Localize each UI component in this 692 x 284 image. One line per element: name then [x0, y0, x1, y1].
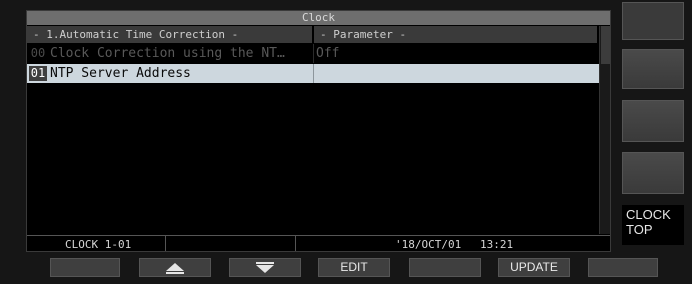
up-arrow-icon: [166, 263, 184, 274]
scrollbar[interactable]: [599, 26, 610, 234]
update-button[interactable]: UPDATE: [498, 258, 570, 277]
row-item-label: Clock Correction using the NT…: [50, 46, 285, 61]
clock-date: '18/OCT/01: [395, 238, 462, 251]
scroll-down-button[interactable]: [229, 258, 301, 277]
page-indicator: CLOCK 1-01: [65, 238, 132, 251]
window-title: Clock: [27, 11, 610, 25]
bottom-soft-key-f1[interactable]: [50, 258, 120, 277]
column-divider: [313, 44, 314, 63]
side-soft-key-4[interactable]: [622, 152, 684, 194]
clock-time: 13:21: [480, 238, 514, 251]
row-number: 00: [30, 46, 46, 60]
bottom-soft-key-f7[interactable]: [588, 258, 658, 277]
side-soft-key-1[interactable]: [622, 2, 684, 40]
edit-button[interactable]: EDIT: [318, 258, 390, 277]
menu-row-ntp-server-address[interactable]: 01 NTP Server Address: [27, 64, 599, 83]
clock-top-label-line1: CLOCK: [626, 207, 671, 222]
row-number: 01: [29, 66, 47, 81]
down-arrow-icon: [256, 262, 274, 273]
clock-top-button[interactable]: CLOCK TOP: [622, 205, 684, 245]
side-soft-key-2[interactable]: [622, 49, 684, 89]
bottom-soft-key-f5[interactable]: [409, 258, 481, 277]
clock-menu-screen: Clock - 1.Automatic Time Correction - - …: [26, 10, 611, 252]
side-soft-key-3[interactable]: [622, 100, 684, 142]
column-header-item: - 1.Automatic Time Correction -: [27, 26, 312, 43]
status-bar: CLOCK 1-01 '18/OCT/01 13:21: [27, 235, 610, 251]
row-item-label: NTP Server Address: [50, 66, 191, 81]
table-header: - 1.Automatic Time Correction - - Parame…: [27, 26, 610, 43]
menu-row-clock-correction[interactable]: 00 Clock Correction using the NT… Off: [27, 44, 599, 63]
radio-display: Clock - 1.Automatic Time Correction - - …: [0, 0, 692, 284]
column-header-parameter: - Parameter -: [314, 26, 597, 43]
clock-top-label-line2: TOP: [626, 222, 653, 237]
column-divider: [313, 64, 314, 83]
status-divider: [295, 236, 296, 251]
status-divider: [165, 236, 166, 251]
row-parameter-value: Off: [316, 46, 340, 61]
scrollbar-thumb[interactable]: [601, 26, 610, 64]
scroll-up-button[interactable]: [139, 258, 211, 277]
